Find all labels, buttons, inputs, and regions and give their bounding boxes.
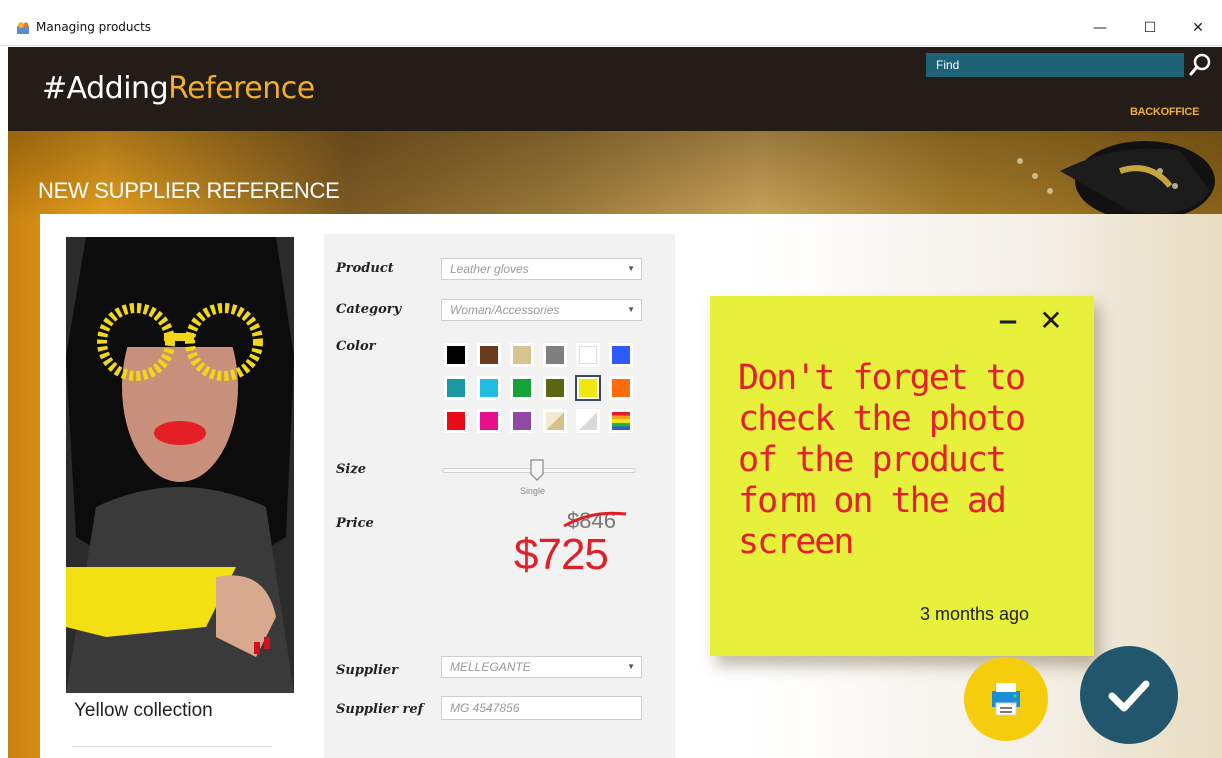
chevron-down-icon: ▼ — [627, 305, 635, 314]
window-title: Managing products — [36, 20, 152, 34]
checkmark-icon — [1108, 680, 1150, 712]
color-swatch-fill — [480, 379, 498, 397]
category-select-value: Woman/Accessories — [450, 303, 560, 317]
color-swatch-fill — [447, 346, 465, 364]
brand-prefix: #Adding — [42, 71, 169, 106]
supplier-ref-input[interactable] — [441, 696, 642, 720]
brand-accent: Reference — [168, 71, 315, 106]
color-swatch[interactable] — [543, 343, 567, 367]
app-icon — [17, 22, 29, 34]
color-swatch-fill — [513, 346, 531, 364]
confirm-button[interactable] — [1080, 646, 1178, 744]
color-swatch-fill — [513, 412, 531, 430]
price-label: Price — [336, 516, 374, 531]
size-slider-thumb[interactable] — [529, 459, 545, 481]
window-maximize-button[interactable]: ☐ — [1128, 14, 1172, 42]
window-close-button[interactable]: ✕ — [1176, 14, 1220, 42]
color-swatch-fill — [546, 379, 564, 397]
search-input[interactable] — [926, 53, 1184, 77]
color-swatch-fill — [513, 379, 531, 397]
chevron-down-icon: ▼ — [627, 662, 635, 671]
product-photo — [66, 237, 294, 693]
chevron-down-icon: ▼ — [627, 264, 635, 273]
color-swatch[interactable] — [444, 376, 468, 400]
supplier-label: Supplier — [336, 663, 399, 678]
supplier-select[interactable]: MELLEGANTE ▼ — [441, 656, 642, 678]
color-swatch-fill — [447, 379, 465, 397]
print-button[interactable] — [964, 657, 1048, 741]
color-swatch-fill — [546, 346, 564, 364]
color-swatch-fill — [546, 412, 564, 430]
color-swatch-fill — [579, 379, 597, 397]
color-swatch[interactable] — [609, 343, 633, 367]
printer-icon — [992, 683, 1020, 716]
color-swatch[interactable] — [609, 376, 633, 400]
color-swatch[interactable] — [510, 409, 534, 433]
category-label: Category — [336, 302, 402, 317]
sticky-note-timestamp: 3 months ago — [920, 604, 1030, 624]
size-value: Single — [520, 486, 546, 496]
page-title: NEW SUPPLIER REFERENCE — [38, 178, 340, 203]
color-swatch[interactable] — [510, 376, 534, 400]
brand-title: #AddingReference — [42, 71, 315, 106]
product-caption: Yellow collection — [74, 700, 213, 721]
color-swatch-fill — [612, 379, 630, 397]
category-select[interactable]: Woman/Accessories ▼ — [441, 299, 642, 321]
color-swatch-fill — [579, 346, 597, 364]
color-swatch-fill — [612, 346, 630, 364]
sticky-note-text: Don't forget to check the photo of the p… — [738, 358, 1026, 562]
color-swatch[interactable] — [477, 343, 501, 367]
color-swatch[interactable] — [477, 409, 501, 433]
color-swatch[interactable] — [444, 409, 468, 433]
window-minimize-button[interactable]: — — [1078, 14, 1122, 42]
supplier-select-value: MELLEGANTE — [450, 660, 531, 674]
product-label: Product — [336, 261, 394, 276]
supplier-ref-label: Supplier ref — [336, 702, 424, 717]
color-swatch-fill — [480, 412, 498, 430]
new-price: $725 — [514, 530, 609, 579]
color-swatch-fill — [579, 412, 597, 430]
product-select[interactable]: Leather gloves ▼ — [441, 258, 642, 280]
backoffice-link[interactable]: BACKOFFICE — [1130, 106, 1199, 118]
color-swatch[interactable] — [510, 343, 534, 367]
app-header: #AddingReference BACKOFFICE — [8, 47, 1222, 131]
color-swatch[interactable] — [543, 409, 567, 433]
window-titlebar: Managing products — ☐ ✕ — [0, 0, 1222, 46]
color-swatch-fill — [447, 412, 465, 430]
product-select-value: Leather gloves — [450, 262, 529, 276]
color-swatch[interactable] — [543, 376, 567, 400]
caption-divider — [72, 746, 272, 747]
sticky-close-button[interactable]: ✕ — [1036, 306, 1066, 336]
color-swatch[interactable] — [576, 409, 600, 433]
color-label: Color — [336, 339, 376, 354]
color-swatch[interactable] — [609, 409, 633, 433]
size-label: Size — [336, 462, 366, 477]
color-swatch[interactable] — [444, 343, 468, 367]
color-swatch-fill — [480, 346, 498, 364]
color-swatch-fill — [612, 412, 630, 430]
color-swatch[interactable] — [477, 376, 501, 400]
sticky-minimize-button[interactable]: − — [996, 308, 1020, 336]
color-swatch[interactable] — [575, 375, 601, 401]
search-icon[interactable] — [1186, 51, 1214, 79]
color-swatch[interactable] — [576, 343, 600, 367]
